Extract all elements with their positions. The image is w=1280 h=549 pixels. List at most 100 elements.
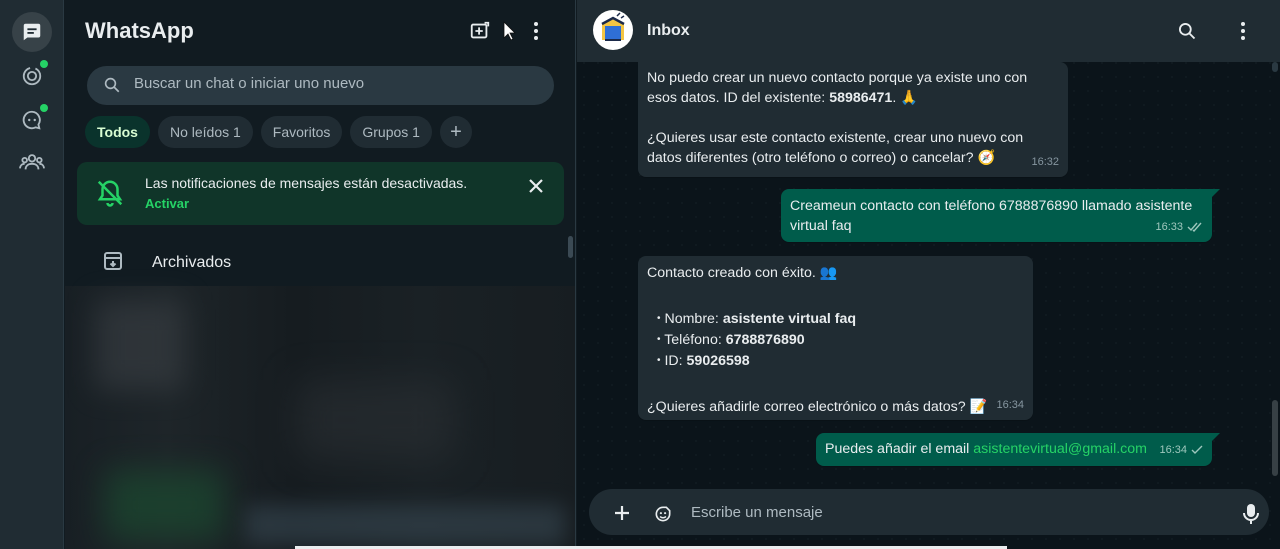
archived-label: Archivados (152, 254, 232, 271)
nav-rail (0, 0, 64, 549)
menu-button[interactable] (524, 19, 548, 43)
filter-favorites[interactable]: Favoritos (260, 116, 343, 148)
status-nav-button[interactable] (12, 56, 52, 96)
new-chat-icon (470, 21, 490, 39)
activate-notifications-link[interactable]: Activar (145, 196, 189, 211)
sticker-icon[interactable] (653, 504, 673, 524)
message-time: 16:33 (1155, 217, 1203, 237)
archive-icon (104, 252, 122, 270)
conversation-header[interactable]: Inbox (577, 0, 1280, 62)
message-line: ¿Quieres añadirle correo electrónico o m… (647, 399, 988, 415)
bullet-key: Teléfono: (664, 332, 726, 348)
search-icon (1179, 23, 1196, 40)
timestamp: 16:34 (1159, 444, 1187, 456)
bullet-glyph: • (657, 355, 661, 366)
chats-icon (23, 23, 41, 41)
message-line: Creameun contacto con teléfono 678887689… (790, 198, 1193, 214)
conversation-panel: Inbox No puedo crear un nuevo contacto p… (577, 0, 1280, 549)
message-line: esos datos. ID del existente: 58986471. … (647, 88, 1059, 108)
close-icon[interactable] (526, 176, 546, 196)
bullet-glyph: • (657, 313, 661, 324)
cursor-icon (503, 21, 516, 41)
contact-name: asistente virtual faq (722, 311, 857, 327)
channels-nav-button[interactable] (12, 100, 52, 140)
add-filter-button[interactable]: + (439, 116, 472, 148)
message-time: 16:34 (996, 395, 1024, 415)
message-time: 16:34 (1159, 440, 1203, 460)
message-line: No puedo crear un nuevo contacto porque … (647, 70, 1028, 86)
message-incoming[interactable]: No puedo crear un nuevo contacto porque … (638, 62, 1068, 177)
timestamp: 16:32 (1031, 156, 1059, 168)
message-text: . 🙏 (892, 90, 918, 106)
notification-text: Las notificaciones de mensajes están des… (145, 175, 468, 191)
message-time: 16:32 (1031, 152, 1059, 172)
chat-list-scrollbar[interactable] (568, 236, 573, 258)
composer-box (589, 489, 1269, 535)
filter-unread[interactable]: No leídos 1 (157, 116, 253, 148)
chat-list-panel: WhatsApp Todos No leídos 1 Favoritos Gru… (65, 0, 576, 549)
message-bullet: • Teléfono: 6788876890 (647, 330, 1024, 350)
bullet-glyph: • (657, 334, 661, 345)
chat-list-header: WhatsApp (65, 0, 575, 62)
blurred-region (105, 470, 225, 540)
inbox-logo-icon (601, 12, 625, 41)
message-line: ¿Quieres usar este contacto existente, c… (647, 130, 1024, 146)
channels-badge (40, 104, 48, 112)
archived-row[interactable]: Archivados (65, 240, 575, 286)
status-badge (40, 60, 48, 68)
kebab-menu-icon (1241, 22, 1245, 40)
communities-icon (19, 154, 45, 170)
communities-nav-button[interactable] (12, 142, 52, 182)
message-line: Contacto creado con éxito. 👥 (647, 265, 838, 281)
bubble-tail (1210, 433, 1220, 443)
message-incoming[interactable]: Contacto creado con éxito. 👥 • Nombre: a… (638, 256, 1033, 420)
message-line: virtual faq (790, 218, 852, 234)
plus-icon[interactable] (613, 504, 631, 522)
contact-id: 59026598 (686, 353, 750, 369)
message-text: esos datos. ID del existente: (647, 90, 830, 106)
timestamp: 16:33 (1155, 221, 1183, 233)
message-bullet: • ID: 59026598 (647, 351, 1024, 371)
app-title: WhatsApp (85, 18, 194, 43)
filter-all[interactable]: Todos (85, 116, 150, 148)
message-outgoing[interactable]: Creameun contacto con teléfono 678887689… (781, 189, 1220, 242)
conversation-scrollbar[interactable] (1272, 400, 1278, 476)
search-icon (104, 77, 120, 93)
search-bar[interactable] (87, 66, 554, 105)
message-text: Puedes añadir el email (825, 441, 974, 457)
cursor-pointer (498, 19, 522, 43)
notifications-banner: Las notificaciones de mensajes están des… (77, 162, 564, 225)
message-bullet: • Nombre: asistente virtual faq (647, 309, 1024, 329)
chats-nav-button[interactable] (12, 12, 52, 52)
scrollbar-arrow[interactable] (1272, 62, 1278, 72)
channels-icon (22, 110, 41, 130)
message-line: Puedes añadir el email asistentevirtual@… (825, 439, 1203, 459)
message-composer (577, 486, 1280, 549)
conversation-menu-button[interactable] (1231, 19, 1255, 43)
double-check-icon (1187, 222, 1202, 232)
avatar[interactable] (593, 10, 633, 50)
search-input[interactable] (134, 75, 534, 92)
blurred-region (245, 505, 565, 545)
message-line: datos diferentes (otro teléfono o correo… (647, 150, 996, 166)
check-icon (1191, 445, 1203, 454)
bullet-key: ID: (664, 353, 687, 369)
filter-groups[interactable]: Grupos 1 (350, 116, 432, 148)
blurred-avatar (95, 300, 185, 390)
search-messages-button[interactable] (1175, 19, 1199, 43)
microphone-icon[interactable] (1243, 503, 1259, 525)
bubble-tail (1210, 189, 1220, 199)
new-chat-button[interactable] (468, 19, 492, 43)
message-outgoing[interactable]: Puedes añadir el email asistentevirtual@… (816, 433, 1220, 466)
bullet-key: Nombre: (664, 311, 723, 327)
kebab-menu-icon (534, 22, 538, 40)
conversation-title: Inbox (647, 22, 690, 39)
status-icon (22, 66, 42, 86)
message-input[interactable] (691, 504, 1211, 521)
filter-chips: Todos No leídos 1 Favoritos Grupos 1 + (85, 116, 472, 148)
existing-contact-id: 58986471 (829, 90, 893, 106)
email-link[interactable]: asistentevirtual@gmail.com (973, 441, 1147, 457)
